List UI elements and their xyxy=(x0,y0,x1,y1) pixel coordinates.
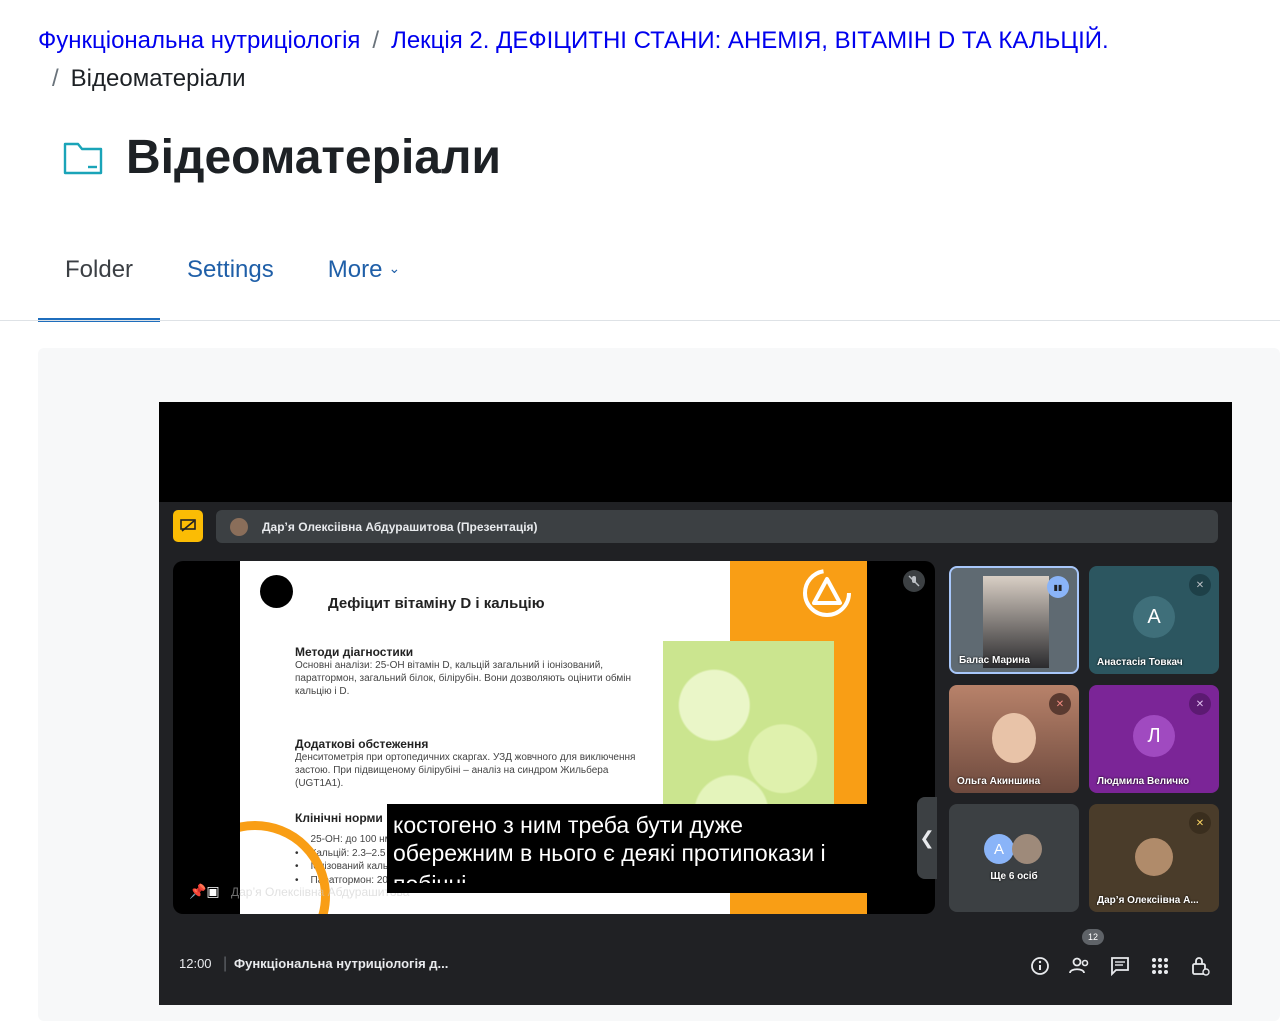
slide-section-text: Денситометрія при ортопедичних скаргах. … xyxy=(295,752,636,789)
participant-name: Ольга Акиншина xyxy=(957,776,1041,787)
chat-icon[interactable] xyxy=(1107,953,1133,979)
folder-icon xyxy=(63,142,103,174)
participant-video xyxy=(992,713,1036,763)
tab-settings[interactable]: Settings xyxy=(160,240,301,322)
mic-off-icon: ✕ xyxy=(1189,693,1211,715)
breadcrumb: Функціональна нутриціологія / Лекція 2. ДЕ… xyxy=(38,22,1258,98)
participant-tile[interactable]: ✕ Дар’я Олексіівна А... xyxy=(1089,804,1219,912)
slide-dot xyxy=(260,575,293,608)
breadcrumb-current: Відеоматеріали xyxy=(70,65,246,92)
chevron-down-icon: ⌄ xyxy=(388,260,401,276)
apps-grid-icon[interactable] xyxy=(1147,953,1173,979)
meeting-title: Функціональна нутриціологія д... xyxy=(234,956,449,971)
participant-tile[interactable]: ▮▮ Балас Марина xyxy=(949,566,1079,674)
presenter-bar-label: Дар’я Олексіівна Абдурашитова (Презентац… xyxy=(262,519,538,534)
mic-off-icon: ✕ xyxy=(1189,574,1211,596)
participant-tile[interactable]: Л ✕ Людмила Величко xyxy=(1089,685,1219,793)
info-icon[interactable] xyxy=(1027,953,1053,979)
participant-name: Анастасія Товкач xyxy=(1097,657,1183,668)
secondary-navigation: Folder Settings More ⌄ xyxy=(38,240,427,322)
participant-name: Людмила Величко xyxy=(1097,776,1190,787)
page-header: Відеоматеріали xyxy=(62,130,501,185)
caption-line: обережним в нього є деякі протипокази і xyxy=(393,840,826,866)
bar-divider: | xyxy=(223,955,228,972)
video-screenshot[interactable]: Дар’я Олексіівна Абдурашитова (Презентац… xyxy=(159,402,1232,1005)
host-controls-lock-icon[interactable] xyxy=(1187,953,1213,979)
brand-logo-icon xyxy=(803,569,851,617)
tab-folder[interactable]: Folder xyxy=(38,240,161,322)
slide-title: Дефіцит вітаміну D і кальцію xyxy=(328,595,545,612)
speaking-indicator-icon: ▮▮ xyxy=(1047,576,1069,598)
people-icon[interactable] xyxy=(1067,953,1093,979)
participant-tile[interactable]: ✕ Ольга Акиншина xyxy=(949,685,1079,793)
page-title: Відеоматеріали xyxy=(126,131,501,184)
mic-off-icon: ✕ xyxy=(1049,693,1071,715)
people-count-badge: 12 xyxy=(1082,929,1104,945)
presentation-icon[interactable] xyxy=(173,510,203,542)
more-participants-tile[interactable]: А Ще 6 осіб xyxy=(949,804,1079,912)
tabs-divider xyxy=(0,320,1280,321)
live-caption: костогено з ним треба бути дуже обережни… xyxy=(387,804,907,893)
avatar xyxy=(1135,838,1173,876)
meeting-control-bar: 12:00 | Функціональна нутриціологія д...… xyxy=(159,927,1232,1005)
caption-line: костогено з ним треба бути дуже xyxy=(393,814,743,838)
avatar xyxy=(1012,834,1042,864)
slide-section-heading: Методи діагностики xyxy=(295,645,414,659)
slide-section-text: Основні аналізи: 25-OH вітамін D, кальці… xyxy=(295,660,632,697)
slide-section-heading: Додаткові обстеження xyxy=(295,737,429,751)
participant-tile[interactable]: А ✕ Анастасія Товкач xyxy=(1089,566,1219,674)
breadcrumb-separator: / xyxy=(52,65,59,92)
avatar: А xyxy=(1133,596,1175,638)
breadcrumb-separator: / xyxy=(372,27,380,54)
caption-line: побічні xyxy=(393,869,901,883)
stage-presenter-name: Дар’я Олексіівна Абдурашитова xyxy=(231,885,410,899)
avatar: Л xyxy=(1133,715,1175,757)
meeting-time: 12:00 xyxy=(179,956,212,971)
mic-off-icon: ✕ xyxy=(1189,812,1211,834)
tab-more[interactable]: More ⌄ xyxy=(301,240,427,322)
presenter-bar: Дар’я Олексіівна Абдурашитова (Презентац… xyxy=(216,510,1218,543)
participant-name: Балас Марина xyxy=(959,655,1030,666)
tab-more-label: More xyxy=(327,256,383,283)
participant-name: Ще 6 осіб xyxy=(990,871,1038,882)
pin-icon[interactable]: 📌▣ xyxy=(189,883,220,900)
collapse-arrow-icon[interactable]: ❮ xyxy=(917,797,937,879)
breadcrumb-course-link[interactable]: Функціональна нутриціологія xyxy=(38,27,360,54)
breadcrumb-lecture-link[interactable]: Лекція 2. ДЕФІЦИТНІ СТАНИ: АНЕМІЯ, ВІТАМ… xyxy=(391,27,1109,54)
avatar: А xyxy=(984,834,1014,864)
avatar xyxy=(230,517,248,536)
slide-section-heading: Клінічні норми xyxy=(295,811,383,825)
mic-off-icon xyxy=(903,570,925,592)
participant-name: Дар’я Олексіівна А... xyxy=(1097,895,1199,906)
meeting-window: Дар’я Олексіівна Абдурашитова (Презентац… xyxy=(159,502,1232,1005)
